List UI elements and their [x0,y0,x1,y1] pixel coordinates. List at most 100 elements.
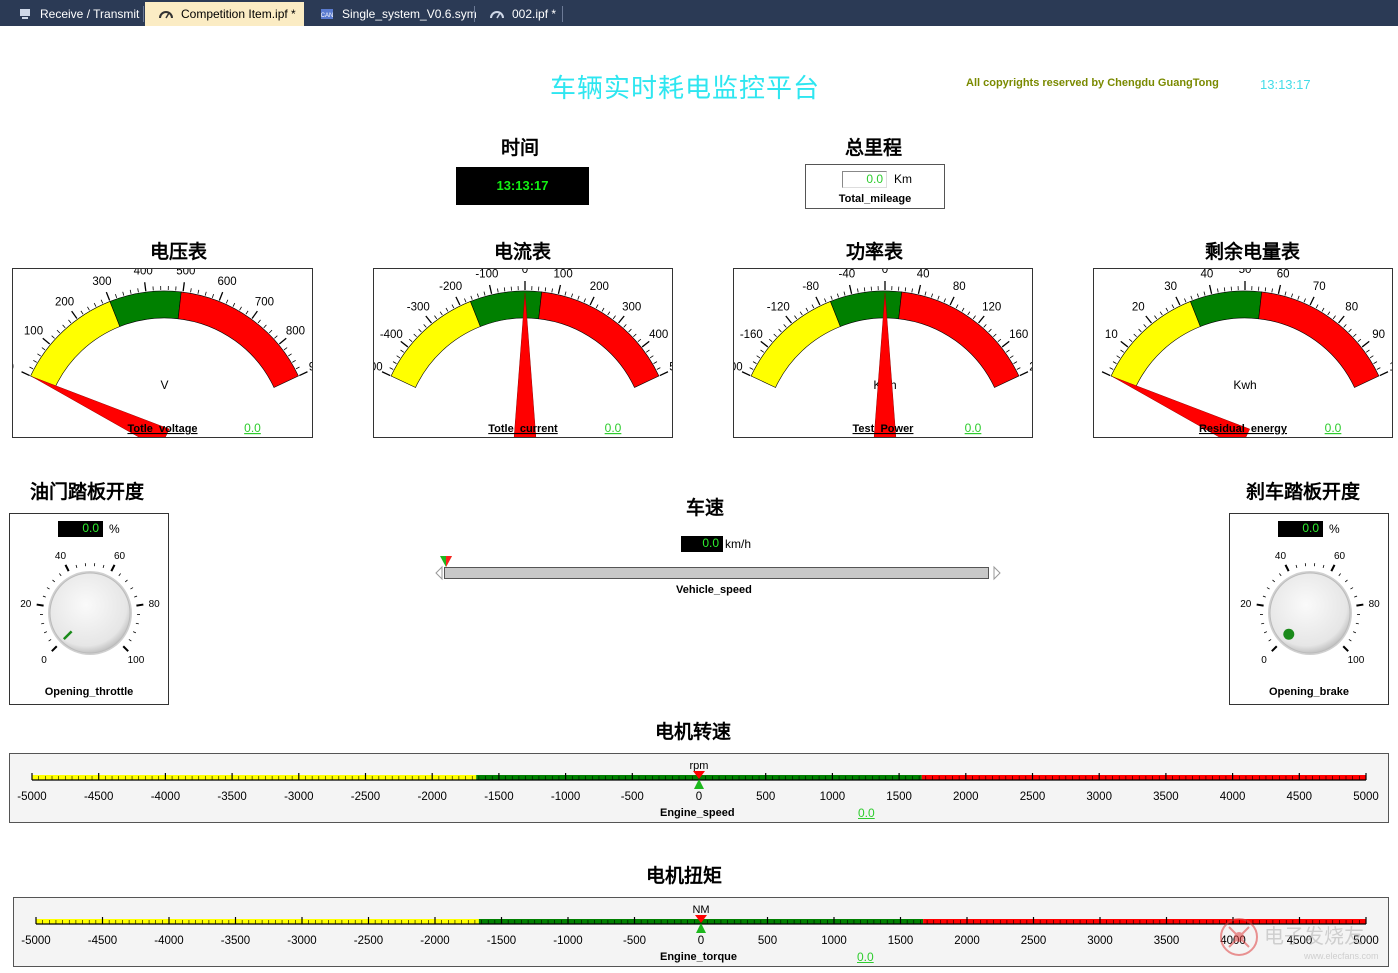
gauge-tick-label: 50 [1239,269,1252,276]
gauge-dial: 0 100 200 300 400 500 600 700 800 900 V Totle_volta… [13,269,312,437]
gauge-minor-tick [211,293,214,299]
gauge-major-tick [741,371,751,377]
vehicle-speed-unit: km/h [725,537,752,551]
gauge-minor-tick [274,335,278,339]
gauge-minor-tick [122,291,125,296]
gauge-tick-label: 400 [649,329,668,341]
tab-single-system[interactable]: CAN Single_system_V0.6.sym [306,2,485,26]
hbar-scale: -5000 -4500 -4000 -3500 -3000 -2500 -2000 -1500… [17,760,1379,803]
gauge-minor-tick [190,288,192,293]
gauge-minor-tick [607,311,611,316]
knob-minor-tick [59,573,62,577]
gauge-minor-tick [445,307,449,312]
knob-dial[interactable]: 0 20 40 60 80 100 [10,514,170,706]
gauge-minor-tick [1303,298,1306,303]
gauge-tick-label: 900 [309,362,312,374]
gauge-tick-label: 20 [1132,302,1145,314]
tab-receive-transmit[interactable]: Receive / Transmit [4,2,147,26]
gauge-minor-tick [232,302,236,307]
gauge-tick-label: 100 [1389,362,1392,374]
vehicle-speed-track[interactable] [444,567,989,579]
gauge-minor-tick [1190,295,1193,300]
gauge-minor-tick [577,295,580,300]
gauge-tick-label: 80 [1345,302,1358,314]
engine-torque-title: 电机扭矩 [646,865,723,887]
hbar-tick-label: 2000 [954,935,980,947]
gauge-minor-tick [400,349,405,353]
gauge-major-tick [978,315,985,324]
gauge-dial: -500 -400 -300 -200 -100 0 100 200 300 400 500 Totl… [374,269,672,437]
knob-major-tick [122,645,129,652]
hbar-unit: rpm [690,760,709,772]
gauge-tick-label: 0 [882,269,888,276]
gauge-minor-tick [649,355,654,359]
gauge-minor-tick [451,304,455,309]
gauge-minor-tick [1196,293,1199,298]
knob-minor-tick [118,573,121,577]
gauge-tick-label: 400 [134,269,153,277]
gauge-tick-label: 30 [1164,281,1177,293]
gauge-tick-label: -400 [380,329,403,341]
hbar-tick-label: 500 [756,791,775,803]
gauge-major-tick [381,371,391,377]
gauge-minor-tick [413,333,417,338]
header-clock: 13:13:17 [1260,77,1311,92]
gauge-tick-label: 160 [1009,329,1028,341]
mileage-title: 总里程 [845,137,903,159]
gauge-minor-tick [239,306,242,311]
gauge-minor-tick [392,361,397,364]
knob-minor-tick [1295,564,1298,568]
gauge-minor-tick [389,367,394,370]
gauge-tick-label: -300 [407,302,430,314]
gauge-minor-tick [1223,287,1226,292]
gauge-minor-tick [263,324,267,329]
gauge-tick-label: 90 [1372,329,1385,341]
gauge-tick-label: -500 [374,362,383,374]
gauge-minor-tick [204,291,207,296]
gauge-tick-label: -200 [439,281,462,293]
vehicle-speed-value: 0.0 [681,536,723,552]
gauge-minor-tick [1321,307,1325,312]
gauge-minor-tick [1357,338,1362,343]
gauge-minor-tick [943,298,946,303]
gauge-tick-label: 500 [669,362,672,374]
gauge-minor-tick [752,361,757,364]
hbar-tick-label: 1500 [888,935,914,947]
gauge-minor-tick [62,324,66,329]
brake-title: 刹车踏板开度 [1246,481,1361,503]
gauge-minor-tick [760,349,765,353]
gauge-minor-tick [972,315,976,320]
gauge-value: 0.0 [965,421,982,435]
gauge-dial: 0102030405060708090100KwhResidual_energy… [1094,269,1392,437]
knob-tick-label: 80 [149,599,161,610]
hbar-tick-label: -5000 [17,791,46,803]
knob-minor-tick [43,631,48,634]
hbar-tick-label: 2500 [1021,935,1047,947]
gauge-major-tick [917,284,922,294]
gauge-minor-tick [1133,333,1137,338]
gauge-label: Residual_energy [1199,423,1288,435]
hbar-tick-label: -3000 [284,791,313,803]
gauge-tick-label: 0 [13,362,14,374]
knob-major-tick [1256,603,1264,607]
vehicle-speed-marker[interactable] [438,555,456,569]
gauge-minor-tick [1013,361,1018,364]
gauge-major-tick [1101,371,1111,377]
tab-002[interactable]: 002.ipf * [476,2,564,26]
gauge-minor-tick [983,324,987,328]
gauge-minor-tick [100,299,104,304]
knob-minor-tick [75,564,78,568]
tab-competition-item[interactable]: Competition Item.ipf * [145,2,304,26]
gauge-minor-tick [137,288,139,293]
knob-major-tick [1330,564,1336,572]
knob-minor-tick [124,579,128,583]
gauge-label: Totle_voltage [127,423,197,435]
gauge-major-tick [1145,315,1152,324]
gauge-minor-tick [583,298,586,303]
knob-dial[interactable]: 0 20 40 60 80 100 [1230,514,1390,706]
knob-minor-tick [1348,639,1352,642]
gauge-minor-tick [68,319,72,324]
hbar-tick-label: 4000 [1220,791,1246,803]
voltage-gauge-title: 电压表 [150,241,208,263]
gauge-minor-tick [1159,311,1163,316]
